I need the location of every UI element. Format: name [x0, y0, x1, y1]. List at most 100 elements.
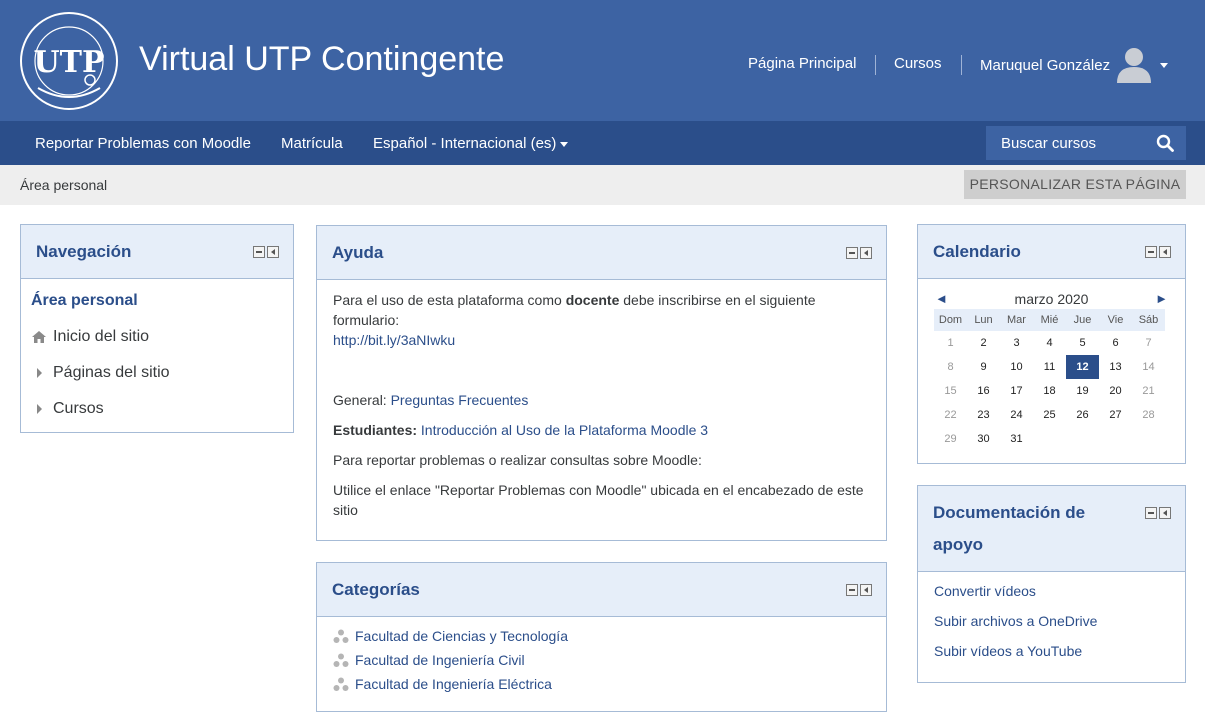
calendar-day[interactable]: 21	[1132, 379, 1165, 403]
calendar-day[interactable]: 12	[1066, 355, 1099, 379]
nav-item-courses[interactable]: Cursos	[37, 400, 104, 418]
documentation-block: Documentación de apoyo Convertir vídeos …	[917, 485, 1186, 683]
moodle-intro-link[interactable]: Introducción al Uso de la Plataforma Moo…	[421, 422, 708, 438]
calendar-day[interactable]: 17	[1000, 379, 1033, 403]
menu-report-problems[interactable]: Reportar Problemas con Moodle	[35, 135, 251, 152]
calendar-day[interactable]: 5	[1066, 331, 1099, 355]
collapse-icon[interactable]	[846, 247, 858, 259]
nav-item-dashboard[interactable]: Área personal	[31, 292, 138, 310]
search-icon[interactable]	[1156, 134, 1174, 152]
nav-courses-link[interactable]: Cursos	[894, 55, 942, 72]
calendar-day[interactable]: 28	[1132, 403, 1165, 427]
calendar-day[interactable]: 29	[934, 427, 967, 451]
help-students-line: Estudiantes: Introducción al Uso de la P…	[333, 422, 709, 438]
help-block: Ayuda Para el uso de esta plataforma com…	[316, 225, 887, 541]
faq-link[interactable]: Preguntas Frecuentes	[391, 392, 529, 408]
help-form-link[interactable]: http://bit.ly/3aNIwku	[333, 330, 455, 350]
language-menu[interactable]: Español - Internacional (es)	[373, 135, 569, 152]
menu-enrollment[interactable]: Matrícula	[281, 135, 343, 152]
calendar-day[interactable]: 15	[934, 379, 967, 403]
calendar-day[interactable]: 20	[1099, 379, 1132, 403]
calendar-day[interactable]: 19	[1066, 379, 1099, 403]
site-title[interactable]: Virtual UTP Contingente	[139, 40, 504, 79]
doc-link-onedrive[interactable]: Subir archivos a OneDrive	[934, 613, 1097, 629]
dock-icon[interactable]	[1159, 246, 1171, 258]
nav-item-label: Inicio del sitio	[53, 328, 150, 345]
next-month-icon[interactable]: ►	[1155, 291, 1168, 306]
category-icon	[333, 629, 349, 644]
help-report-text: Para reportar problemas o realizar consu…	[333, 452, 702, 468]
calendar-day[interactable]: 18	[1033, 379, 1066, 403]
breadcrumb[interactable]: Área personal	[20, 177, 107, 193]
block-controls	[1145, 246, 1171, 258]
calendar-day[interactable]: 30	[967, 427, 1000, 451]
navigation-block-title: Navegación	[36, 242, 132, 261]
nav-home-link[interactable]: Página Principal	[748, 55, 856, 72]
user-menu-chevron-down-icon[interactable]	[1160, 63, 1168, 68]
calendar-day[interactable]: 31	[1000, 427, 1033, 451]
calendar-day[interactable]: 13	[1099, 355, 1132, 379]
collapse-icon[interactable]	[1145, 246, 1157, 258]
calendar-day[interactable]: 16	[967, 379, 1000, 403]
calendar-day[interactable]: 6	[1099, 331, 1132, 355]
collapse-icon[interactable]	[253, 246, 265, 258]
utp-logo[interactable]: UTP	[18, 10, 120, 112]
calendar-weekday: Mié	[1033, 309, 1066, 331]
calendar-day[interactable]: 9	[967, 355, 1000, 379]
doc-link-youtube[interactable]: Subir vídeos a YouTube	[934, 643, 1082, 659]
calendar-day[interactable]: 23	[967, 403, 1000, 427]
nav-separator	[961, 55, 962, 75]
calendar-day[interactable]: 1	[934, 331, 967, 355]
categories-block: Categorías Facultad de Ciencias y Tecnol…	[316, 562, 887, 712]
svg-text:UTP: UTP	[33, 45, 104, 80]
chevron-down-icon	[560, 141, 569, 147]
help-report-instructions: Utilice el enlace "Reportar Problemas co…	[333, 482, 864, 518]
categories-block-header: Categorías	[317, 563, 886, 617]
customize-page-button[interactable]: PERSONALIZAR ESTA PÁGINA	[964, 170, 1186, 199]
dock-icon[interactable]	[267, 246, 279, 258]
dock-icon[interactable]	[860, 247, 872, 259]
calendar-day[interactable]: 26	[1066, 403, 1099, 427]
calendar-day[interactable]: 14	[1132, 355, 1165, 379]
calendar-day[interactable]: 7	[1132, 331, 1165, 355]
dock-icon[interactable]	[860, 584, 872, 596]
category-item[interactable]: Facultad de Ingeniería Civil	[333, 652, 525, 669]
calendar-day[interactable]: 25	[1033, 403, 1066, 427]
documentation-block-header: Documentación de apoyo	[918, 486, 1185, 572]
nav-item-site-pages[interactable]: Páginas del sitio	[37, 364, 170, 382]
doc-link-convert-videos[interactable]: Convertir vídeos	[934, 583, 1036, 599]
category-item[interactable]: Facultad de Ciencias y Tecnología	[333, 628, 568, 645]
nav-item-site-home[interactable]: Inicio del sitio	[31, 328, 149, 346]
calendar-empty-cell	[1033, 427, 1066, 451]
nav-item-label: Cursos	[53, 400, 104, 417]
calendar-weekday: Jue	[1066, 309, 1099, 331]
calendar-day[interactable]: 24	[1000, 403, 1033, 427]
calendar-day[interactable]: 27	[1099, 403, 1132, 427]
dock-icon[interactable]	[1159, 507, 1171, 519]
navigation-block: Navegación Área personal Inicio del siti…	[20, 224, 294, 433]
calendar-block: Calendario ◄ marzo 2020 ► Dom Lun Mar Mié Ju…	[917, 224, 1186, 464]
calendar-month[interactable]: marzo 2020	[918, 291, 1185, 307]
calendar-block-title: Calendario	[933, 242, 1021, 261]
help-block-title: Ayuda	[332, 243, 384, 262]
category-item[interactable]: Facultad de Ingeniería Eléctrica	[333, 676, 552, 693]
calendar-weekday: Lun	[967, 309, 1000, 331]
expand-arrow-icon	[37, 367, 42, 378]
calendar-day[interactable]: 22	[934, 403, 967, 427]
user-menu-name[interactable]: Maruquel González	[980, 57, 1110, 74]
block-controls	[846, 584, 872, 596]
calendar-day[interactable]: 3	[1000, 331, 1033, 355]
search-input[interactable]: Buscar cursos	[1001, 135, 1096, 152]
breadcrumb-bar: Área personal PERSONALIZAR ESTA PÁGINA	[0, 165, 1205, 205]
collapse-icon[interactable]	[846, 584, 858, 596]
block-controls	[253, 246, 279, 258]
collapse-icon[interactable]	[1145, 507, 1157, 519]
calendar-day[interactable]: 8	[934, 355, 967, 379]
calendar-day[interactable]: 10	[1000, 355, 1033, 379]
calendar-day[interactable]: 11	[1033, 355, 1066, 379]
calendar-day[interactable]: 4	[1033, 331, 1066, 355]
user-avatar-icon[interactable]	[1115, 45, 1153, 83]
course-search[interactable]: Buscar cursos	[986, 126, 1186, 160]
documentation-block-title-line1: Documentación de	[933, 503, 1086, 522]
calendar-day[interactable]: 2	[967, 331, 1000, 355]
